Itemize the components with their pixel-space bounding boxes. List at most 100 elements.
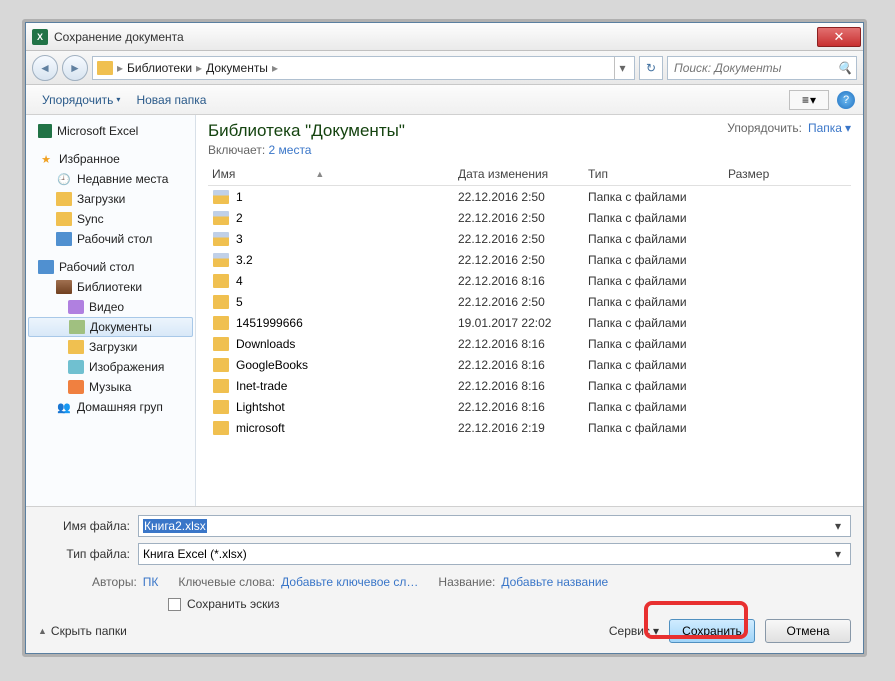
sidebar-libraries[interactable]: Библиотеки [28, 277, 193, 297]
sidebar-documents[interactable]: Документы [28, 317, 193, 337]
file-type: Папка с файлами [588, 190, 728, 204]
file-date: 22.12.2016 8:16 [458, 358, 588, 372]
file-type: Папка с файлами [588, 211, 728, 225]
folder-icon [212, 273, 230, 289]
file-type: Папка с файлами [588, 232, 728, 246]
folder-icon [212, 420, 230, 436]
file-name: 2 [236, 211, 243, 225]
sidebar-recent[interactable]: 🕘Недавние места [28, 169, 193, 189]
file-name: 4 [236, 274, 243, 288]
recent-icon: 🕘 [56, 172, 72, 186]
help-button[interactable]: ? [837, 91, 855, 109]
includes-link[interactable]: 2 места [269, 143, 312, 157]
table-row[interactable]: 3.222.12.2016 2:50Папка с файлами [208, 249, 851, 270]
col-date[interactable]: Дата изменения [458, 167, 588, 181]
save-thumbnail-checkbox[interactable] [168, 598, 181, 611]
chevron-down-icon: ▾ [845, 121, 851, 135]
file-type: Папка с файлами [588, 253, 728, 267]
chevron-down-icon: ▾ [653, 624, 659, 638]
save-button[interactable]: Сохранить [669, 619, 755, 643]
column-headers[interactable]: Имя▲ Дата изменения Тип Размер [208, 163, 851, 186]
file-name: 3 [236, 232, 243, 246]
filename-dropdown[interactable]: ▾ [830, 519, 846, 533]
close-button[interactable]: ✕ [817, 27, 861, 47]
search-box[interactable]: 🔍 [667, 56, 857, 80]
table-row[interactable]: Lightshot22.12.2016 8:16Папка с файлами [208, 396, 851, 417]
video-icon [68, 300, 84, 314]
view-button[interactable]: ≡▾ [789, 90, 829, 110]
excel-icon: X [32, 29, 48, 45]
title-label: Название: [438, 575, 495, 589]
table-row[interactable]: Inet-trade22.12.2016 8:16Папка с файлами [208, 375, 851, 396]
tools-dropdown[interactable]: Сервис▾ [609, 624, 659, 638]
navbar: ◄ ► ▸ Библиотеки ▸ Документы ▸ ▾ ↻ 🔍 [26, 51, 863, 85]
sidebar-favorites[interactable]: ★Избранное [28, 149, 193, 169]
document-icon [69, 320, 85, 334]
title-value[interactable]: Добавьте название [501, 575, 608, 589]
content-pane: Библиотека "Документы" Включает: 2 места… [196, 115, 863, 506]
search-input[interactable] [672, 60, 837, 76]
refresh-button[interactable]: ↻ [639, 56, 663, 80]
desktop-icon [38, 260, 54, 274]
table-row[interactable]: GoogleBooks22.12.2016 8:16Папка с файлам… [208, 354, 851, 375]
breadcrumb-documents[interactable]: Документы [206, 61, 268, 75]
hide-folders-button[interactable]: ▲ Скрыть папки [38, 624, 127, 638]
table-row[interactable]: Downloads22.12.2016 8:16Папка с файлами [208, 333, 851, 354]
organize-button[interactable]: Упорядочить▾ [34, 89, 128, 111]
col-size[interactable]: Размер [728, 167, 851, 181]
sidebar-downloads[interactable]: Загрузки [28, 189, 193, 209]
col-name[interactable]: Имя [212, 167, 235, 181]
folder-icon [212, 399, 230, 415]
file-name: Lightshot [236, 400, 285, 414]
file-date: 22.12.2016 2:50 [458, 211, 588, 225]
sidebar-downloads-lib[interactable]: Загрузки [28, 337, 193, 357]
filename-input[interactable]: Книга2.xlsx ▾ [138, 515, 851, 537]
breadcrumb-libraries[interactable]: Библиотеки [127, 61, 192, 75]
file-list: 122.12.2016 2:50Папка с файлами 2 22.12.20… [208, 186, 851, 506]
table-row[interactable]: microsoft22.12.2016 2:19Папка с файлами [208, 417, 851, 438]
folder-icon [212, 357, 230, 373]
sidebar-video[interactable]: Видео [28, 297, 193, 317]
sidebar-music[interactable]: Музыка [28, 377, 193, 397]
cancel-button[interactable]: Отмена [765, 619, 851, 643]
file-name: 3.2 [236, 253, 253, 267]
titlebar: X Сохранение документа ✕ [26, 23, 863, 51]
table-row[interactable]: 2 22.12.2016 2:50Папка с файлами [208, 207, 851, 228]
filetype-select[interactable]: Книга Excel (*.xlsx) ▾ [138, 543, 851, 565]
sidebar-homegroup[interactable]: 👥Домашняя груп [28, 397, 193, 417]
filetype-dropdown[interactable]: ▾ [830, 547, 846, 561]
file-type: Папка с файлами [588, 295, 728, 309]
arrange-dropdown[interactable]: Папка ▾ [808, 121, 851, 135]
filename-value[interactable]: Книга2.xlsx [143, 519, 207, 533]
authors-label: Авторы: [92, 575, 137, 589]
file-type: Папка с файлами [588, 421, 728, 435]
table-row[interactable]: 322.12.2016 2:50Папка с файлами [208, 228, 851, 249]
file-date: 22.12.2016 8:16 [458, 400, 588, 414]
authors-value[interactable]: ПК [143, 575, 159, 589]
file-type: Папка с файлами [588, 337, 728, 351]
table-row[interactable]: 522.12.2016 2:50Папка с файлами [208, 291, 851, 312]
file-name: microsoft [236, 421, 285, 435]
back-button[interactable]: ◄ [32, 55, 58, 81]
sidebar-excel[interactable]: Microsoft Excel [28, 121, 193, 141]
library-title: Библиотека "Документы" [208, 121, 405, 141]
sidebar-desktop[interactable]: Рабочий стол [28, 257, 193, 277]
table-row[interactable]: 422.12.2016 8:16Папка с файлами [208, 270, 851, 291]
breadcrumb-dropdown[interactable]: ▾ [614, 57, 630, 79]
col-type[interactable]: Тип [588, 167, 728, 181]
sidebar-images[interactable]: Изображения [28, 357, 193, 377]
desktop-icon [56, 232, 72, 246]
sidebar-sync[interactable]: Sync [28, 209, 193, 229]
keywords-value[interactable]: Добавьте ключевое сл… [281, 575, 418, 589]
file-date: 22.12.2016 2:50 [458, 295, 588, 309]
sidebar-desktop-fav[interactable]: Рабочий стол [28, 229, 193, 249]
forward-button[interactable]: ► [62, 55, 88, 81]
excel-icon [38, 124, 52, 138]
table-row[interactable]: 145199966619.01.2017 22:02Папка с файлам… [208, 312, 851, 333]
new-folder-button[interactable]: Новая папка [128, 89, 214, 111]
breadcrumb[interactable]: ▸ Библиотеки ▸ Документы ▸ ▾ [92, 56, 635, 80]
file-date: 22.12.2016 8:16 [458, 274, 588, 288]
table-row[interactable]: 122.12.2016 2:50Папка с файлами [208, 186, 851, 207]
filename-label: Имя файла: [38, 519, 138, 533]
file-name: Downloads [236, 337, 295, 351]
